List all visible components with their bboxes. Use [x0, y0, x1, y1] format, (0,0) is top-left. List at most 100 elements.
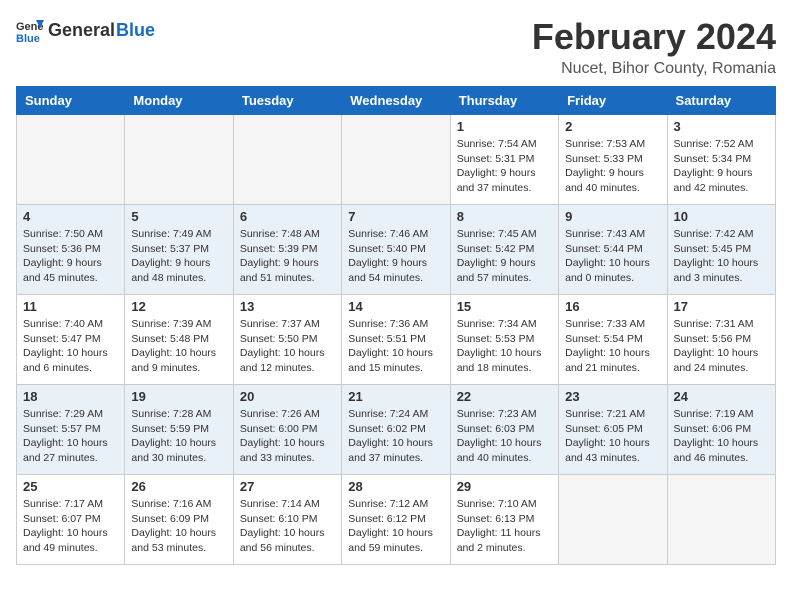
day-number: 1 [457, 119, 552, 134]
day-number: 26 [131, 479, 226, 494]
calendar-day: 5Sunrise: 7:49 AM Sunset: 5:37 PM Daylig… [125, 205, 233, 295]
weekday-header-friday: Friday [559, 87, 667, 115]
day-info: Sunrise: 7:14 AM Sunset: 6:10 PM Dayligh… [240, 497, 335, 556]
day-info: Sunrise: 7:43 AM Sunset: 5:44 PM Dayligh… [565, 227, 660, 286]
month-year-title: February 2024 [532, 16, 776, 58]
calendar-day: 26 Sunrise: 7:16 AM Sunset: 6:09 PM Dayli… [125, 475, 233, 565]
calendar-day: 2Sunrise: 7:53 AM Sunset: 5:33 PM Daylig… [559, 115, 667, 205]
calendar-week-row: 11Sunrise: 7:40 AM Sunset: 5:47 PM Dayli… [17, 295, 776, 385]
day-info: Sunrise: 7:50 AM Sunset: 5:36 PM Dayligh… [23, 227, 118, 286]
day-number: 13 [240, 299, 335, 314]
calendar-day: 12 Sunrise: 7:39 AM Sunset: 5:48 PM Dayli… [125, 295, 233, 385]
day-info: Sunrise: 7:17 AM Sunset: 6:07 PM Dayligh… [23, 497, 118, 556]
day-number: 20 [240, 389, 335, 404]
day-number: 8 [457, 209, 552, 224]
day-info: Sunrise: 7:48 AM Sunset: 5:39 PM Dayligh… [240, 227, 335, 286]
weekday-header-monday: Monday [125, 87, 233, 115]
day-number: 11 [23, 299, 118, 314]
day-info: Sunrise: 7:21 AM Sunset: 6:05 PM Dayligh… [565, 407, 660, 466]
day-info: Sunrise: 7:24 AM Sunset: 6:02 PM Dayligh… [348, 407, 443, 466]
day-number: 28 [348, 479, 443, 494]
logo: General Blue General Blue [16, 16, 155, 44]
calendar-table: SundayMondayTuesdayWednesdayThursdayFrid… [16, 86, 776, 565]
day-number: 4 [23, 209, 118, 224]
day-number: 12 [131, 299, 226, 314]
title-area: February 2024 Nucet, Bihor County, Roman… [532, 16, 776, 78]
day-info: Sunrise: 7:12 AM Sunset: 6:12 PM Dayligh… [348, 497, 443, 556]
calendar-day [233, 115, 341, 205]
day-number: 17 [674, 299, 769, 314]
calendar-day [667, 475, 775, 565]
calendar-day: 4 Sunrise: 7:50 AM Sunset: 5:36 PM Daylig… [17, 205, 125, 295]
day-number: 2 [565, 119, 660, 134]
calendar-day: 16Sunrise: 7:33 AM Sunset: 5:54 PM Dayli… [559, 295, 667, 385]
calendar-day: 17 Sunrise: 7:31 AM Sunset: 5:56 PM Dayli… [667, 295, 775, 385]
day-number: 16 [565, 299, 660, 314]
day-number: 7 [348, 209, 443, 224]
day-number: 29 [457, 479, 552, 494]
calendar-day: 11Sunrise: 7:40 AM Sunset: 5:47 PM Dayli… [17, 295, 125, 385]
day-info: Sunrise: 7:19 AM Sunset: 6:06 PM Dayligh… [674, 407, 769, 466]
logo-text-general: General [48, 20, 115, 41]
day-number: 15 [457, 299, 552, 314]
calendar-week-row: 25 Sunrise: 7:17 AM Sunset: 6:07 PM Dayli… [17, 475, 776, 565]
calendar-day [17, 115, 125, 205]
calendar-day [125, 115, 233, 205]
calendar-day: 1 Sunrise: 7:54 AM Sunset: 5:31 PM Daylig… [450, 115, 558, 205]
day-info: Sunrise: 7:31 AM Sunset: 5:56 PM Dayligh… [674, 317, 769, 376]
day-info: Sunrise: 7:52 AM Sunset: 5:34 PM Dayligh… [674, 137, 769, 196]
day-number: 21 [348, 389, 443, 404]
calendar-day: 13 Sunrise: 7:37 AM Sunset: 5:50 PM Dayli… [233, 295, 341, 385]
day-info: Sunrise: 7:49 AM Sunset: 5:37 PM Dayligh… [131, 227, 226, 286]
weekday-header-sunday: Sunday [17, 87, 125, 115]
day-info: Sunrise: 7:10 AM Sunset: 6:13 PM Dayligh… [457, 497, 552, 556]
day-info: Sunrise: 7:45 AM Sunset: 5:42 PM Dayligh… [457, 227, 552, 286]
day-number: 9 [565, 209, 660, 224]
location-subtitle: Nucet, Bihor County, Romania [532, 60, 776, 78]
logo-icon: General Blue [16, 16, 44, 44]
calendar-day: 29 Sunrise: 7:10 AM Sunset: 6:13 PM Dayli… [450, 475, 558, 565]
calendar-day: 15 Sunrise: 7:34 AM Sunset: 5:53 PM Dayli… [450, 295, 558, 385]
day-number: 23 [565, 389, 660, 404]
day-number: 25 [23, 479, 118, 494]
day-info: Sunrise: 7:42 AM Sunset: 5:45 PM Dayligh… [674, 227, 769, 286]
day-info: Sunrise: 7:26 AM Sunset: 6:00 PM Dayligh… [240, 407, 335, 466]
calendar-day: 19Sunrise: 7:28 AM Sunset: 5:59 PM Dayli… [125, 385, 233, 475]
calendar-day: 28 Sunrise: 7:12 AM Sunset: 6:12 PM Dayli… [342, 475, 450, 565]
calendar-day: 9 Sunrise: 7:43 AM Sunset: 5:44 PM Daylig… [559, 205, 667, 295]
weekday-header-row: SundayMondayTuesdayWednesdayThursdayFrid… [17, 87, 776, 115]
calendar-day: 22 Sunrise: 7:23 AM Sunset: 6:03 PM Dayli… [450, 385, 558, 475]
page-header: General Blue General Blue February 2024 … [16, 16, 776, 78]
day-number: 24 [674, 389, 769, 404]
day-info: Sunrise: 7:39 AM Sunset: 5:48 PM Dayligh… [131, 317, 226, 376]
day-number: 22 [457, 389, 552, 404]
day-number: 19 [131, 389, 226, 404]
day-info: Sunrise: 7:46 AM Sunset: 5:40 PM Dayligh… [348, 227, 443, 286]
calendar-day: 20 Sunrise: 7:26 AM Sunset: 6:00 PM Dayli… [233, 385, 341, 475]
day-info: Sunrise: 7:34 AM Sunset: 5:53 PM Dayligh… [457, 317, 552, 376]
weekday-header-tuesday: Tuesday [233, 87, 341, 115]
calendar-day: 24 Sunrise: 7:19 AM Sunset: 6:06 PM Dayli… [667, 385, 775, 475]
weekday-header-wednesday: Wednesday [342, 87, 450, 115]
day-number: 18 [23, 389, 118, 404]
day-info: Sunrise: 7:16 AM Sunset: 6:09 PM Dayligh… [131, 497, 226, 556]
day-number: 10 [674, 209, 769, 224]
day-info: Sunrise: 7:37 AM Sunset: 5:50 PM Dayligh… [240, 317, 335, 376]
calendar-day: 10 Sunrise: 7:42 AM Sunset: 5:45 PM Dayli… [667, 205, 775, 295]
calendar-day: 18Sunrise: 7:29 AM Sunset: 5:57 PM Dayli… [17, 385, 125, 475]
logo-text-blue: Blue [116, 20, 155, 41]
calendar-day [559, 475, 667, 565]
calendar-week-row: 1 Sunrise: 7:54 AM Sunset: 5:31 PM Daylig… [17, 115, 776, 205]
day-number: 14 [348, 299, 443, 314]
day-info: Sunrise: 7:36 AM Sunset: 5:51 PM Dayligh… [348, 317, 443, 376]
calendar-day: 14 Sunrise: 7:36 AM Sunset: 5:51 PM Dayli… [342, 295, 450, 385]
weekday-header-thursday: Thursday [450, 87, 558, 115]
day-number: 3 [674, 119, 769, 134]
svg-text:Blue: Blue [16, 33, 40, 44]
day-info: Sunrise: 7:54 AM Sunset: 5:31 PM Dayligh… [457, 137, 552, 196]
day-info: Sunrise: 7:23 AM Sunset: 6:03 PM Dayligh… [457, 407, 552, 466]
calendar-week-row: 4 Sunrise: 7:50 AM Sunset: 5:36 PM Daylig… [17, 205, 776, 295]
calendar-day: 6Sunrise: 7:48 AM Sunset: 5:39 PM Daylig… [233, 205, 341, 295]
calendar-week-row: 18Sunrise: 7:29 AM Sunset: 5:57 PM Dayli… [17, 385, 776, 475]
calendar-day: 7 Sunrise: 7:46 AM Sunset: 5:40 PM Daylig… [342, 205, 450, 295]
